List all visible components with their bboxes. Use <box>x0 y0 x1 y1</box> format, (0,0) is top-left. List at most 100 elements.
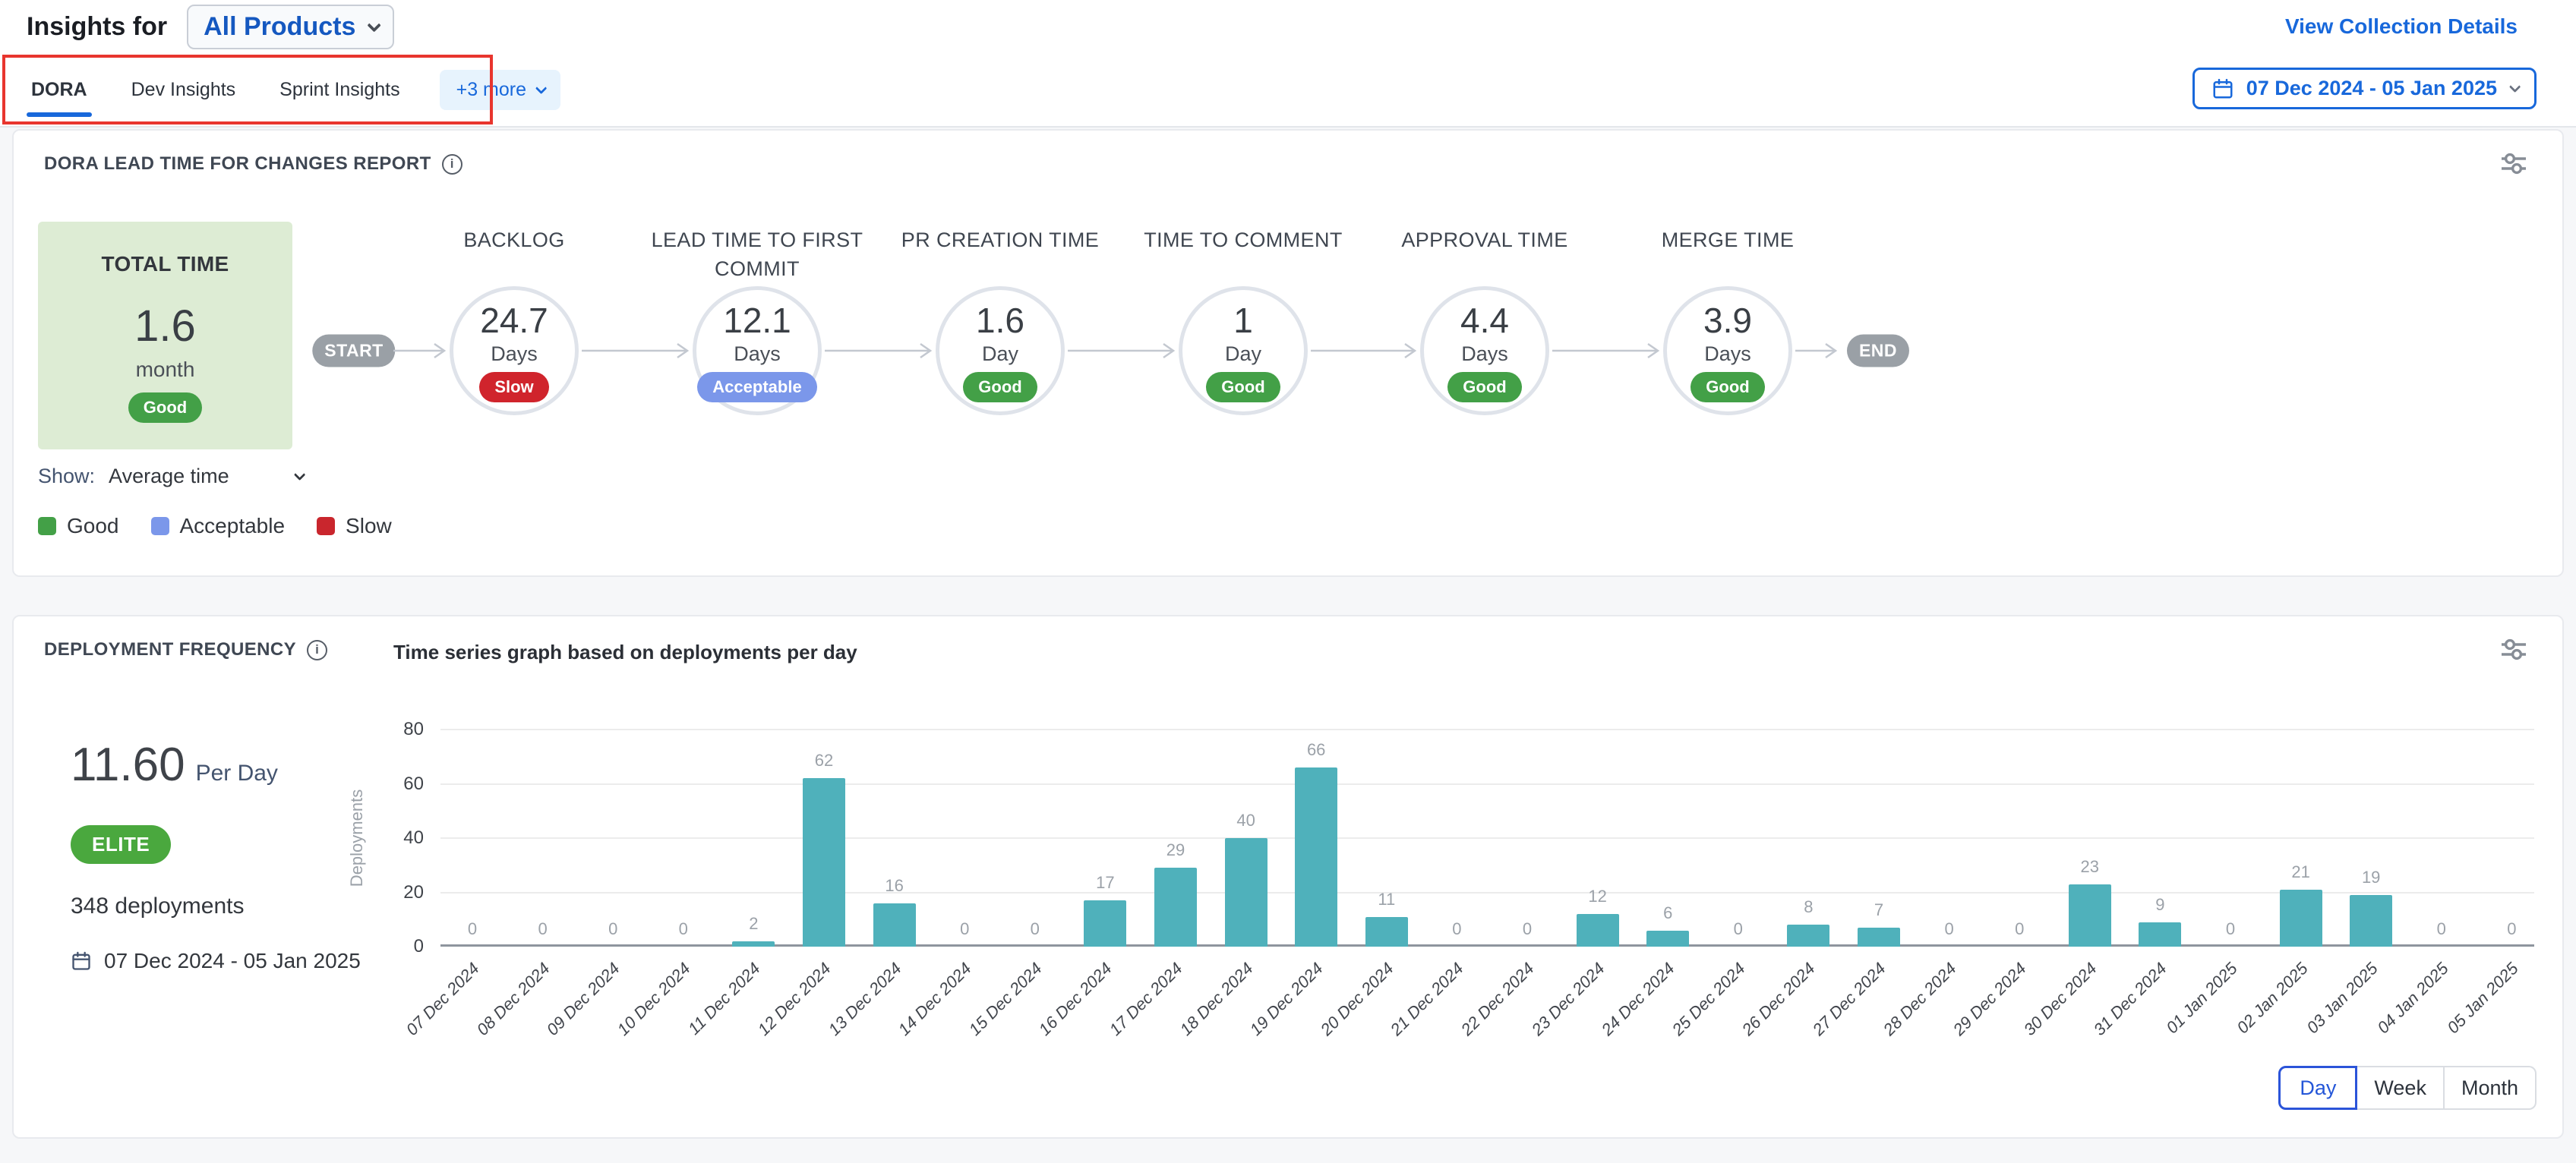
gridline <box>440 783 2534 785</box>
bar-value-label: 29 <box>1130 840 1221 860</box>
stage-rating-badge: Acceptable <box>697 372 816 402</box>
deployment-rate-unit: Per Day <box>196 761 278 786</box>
stage-rating-badge: Good <box>1690 372 1764 402</box>
lead-time-card: DORA LEAD TIME FOR CHANGES REPORT i TOTA… <box>12 129 2564 577</box>
stage-unit: Day <box>982 342 1018 366</box>
chart-bar[interactable] <box>2350 895 2392 947</box>
bar-value-label: 0 <box>1974 919 2065 939</box>
total-time-card: TOTAL TIME 1.6 month Good <box>38 222 292 449</box>
stage-node[interactable]: 1.6Day Good <box>936 286 1065 415</box>
filter-settings-icon[interactable] <box>2499 636 2528 667</box>
end-node: END <box>1847 335 1909 367</box>
bar-value-label: 17 <box>1059 873 1151 893</box>
chart-bar[interactable] <box>803 778 845 947</box>
page-title: Insights for <box>27 12 167 42</box>
top-bar: Insights for All Products View Collectio… <box>0 0 2576 53</box>
bar-value-label: 23 <box>2044 857 2136 877</box>
chevron-down-icon <box>2509 81 2521 93</box>
rating-legend: Good Acceptable Slow <box>38 514 392 538</box>
info-icon[interactable]: i <box>307 640 327 660</box>
bar-value-label: 0 <box>2185 919 2276 939</box>
flow-arrow <box>1552 342 1660 360</box>
tab-dora[interactable]: DORA <box>27 53 92 126</box>
gridline <box>440 729 2534 730</box>
stage-node[interactable]: 3.9DaysGood <box>1663 286 1792 415</box>
chart-title: Time series graph based on deployments p… <box>393 641 857 664</box>
deployment-chart-plot: Deployments 020406080007 Dec 2024008 Dec… <box>440 730 2534 947</box>
bar-value-label: 0 <box>1482 919 1573 939</box>
flow-arrow <box>1068 342 1176 360</box>
stage-node[interactable]: 1DayGood <box>1179 286 1308 415</box>
y-tick-label: 0 <box>378 936 424 957</box>
lead-time-pipeline: BACKLOG24.7DaysSlowLEAD TIME TO FIRST CO… <box>14 131 2562 575</box>
gridline <box>440 837 2534 839</box>
chart-bar[interactable] <box>1154 868 1197 947</box>
bar-value-label: 66 <box>1271 740 1362 760</box>
view-collection-details-link[interactable]: View Collection Details <box>2285 14 2518 39</box>
bar-value-label: 11 <box>1341 890 1432 909</box>
chart-bar[interactable] <box>1646 931 1689 947</box>
granularity-week-button[interactable]: Week <box>2357 1066 2445 1110</box>
stage-label-lead-time-to-first-commit: LEAD TIME TO FIRST COMMIT <box>643 225 871 283</box>
granularity-day-button[interactable]: Day <box>2278 1066 2357 1110</box>
stage-value: 4.4 <box>1460 300 1509 341</box>
bar-value-label: 0 <box>1693 919 1784 939</box>
performance-tier-badge: ELITE <box>71 825 171 864</box>
chart-bar[interactable] <box>1787 925 1829 947</box>
product-selector-dropdown[interactable]: All Products <box>187 5 394 49</box>
product-selector-value: All Products <box>204 12 355 42</box>
stage-value: 1.6 <box>976 300 1024 341</box>
bar-value-label: 0 <box>990 919 1081 939</box>
filter-settings-icon[interactable] <box>2499 150 2528 181</box>
show-value: Average time <box>109 465 229 488</box>
legend-swatch <box>151 517 169 535</box>
y-axis-title: Deployments <box>342 730 372 947</box>
y-tick-label: 40 <box>378 827 424 849</box>
total-time-value: 1.6 <box>134 301 196 351</box>
stage-label-time-to-comment: TIME TO COMMENT <box>1129 225 1357 254</box>
stage-rating-badge: Good <box>1206 372 1280 402</box>
more-tabs-dropdown[interactable]: +3 more <box>440 70 560 110</box>
chevron-down-icon <box>368 18 381 32</box>
stage-unit: Days <box>1704 342 1751 366</box>
show-metric-dropdown[interactable]: Show: Average time <box>38 465 302 488</box>
stage-unit: Days <box>1461 342 1508 366</box>
flow-arrow <box>582 342 690 360</box>
chart-bar[interactable] <box>1225 838 1267 947</box>
legend-item-acceptable: Acceptable <box>151 514 286 538</box>
stage-node[interactable]: 12.1DaysAcceptable <box>693 286 822 415</box>
dora-insights-page: Insights for All Products View Collectio… <box>0 0 2576 1163</box>
tab-sprint-insights[interactable]: Sprint Insights <box>275 53 404 126</box>
chevron-down-icon <box>294 469 306 481</box>
chart-bar[interactable] <box>732 941 775 947</box>
bar-value-label: 0 <box>2466 919 2557 939</box>
deployment-date-range: 07 Dec 2024 - 05 Jan 2025 <box>71 949 361 973</box>
y-tick-label: 80 <box>378 719 424 740</box>
chart-bar[interactable] <box>2280 890 2322 947</box>
tab-dev-insights[interactable]: Dev Insights <box>127 53 241 126</box>
chart-bar[interactable] <box>1577 914 1619 947</box>
stage-rating-badge: Good <box>1447 372 1521 402</box>
stage-unit: Days <box>491 342 538 366</box>
stage-label-pr-creation-time: PR CREATION TIME <box>886 225 1114 254</box>
chart-bar[interactable] <box>1295 767 1337 947</box>
stage-rating-badge: Good <box>963 372 1037 402</box>
flow-arrow <box>1795 342 1838 360</box>
stage-node[interactable]: 24.7DaysSlow <box>450 286 579 415</box>
chart-bar[interactable] <box>873 903 916 947</box>
date-range-picker[interactable]: 07 Dec 2024 - 05 Jan 2025 <box>2192 68 2537 109</box>
chart-bar[interactable] <box>1365 917 1408 947</box>
chart-bar[interactable] <box>1084 900 1126 947</box>
deployment-count: 348 deployments <box>71 894 245 919</box>
deployment-rate: 11.60Per Day <box>71 738 278 792</box>
info-icon[interactable]: i <box>442 154 462 175</box>
total-time-unit: month <box>136 358 195 382</box>
granularity-month-button[interactable]: Month <box>2445 1066 2537 1110</box>
start-node: START <box>312 335 395 367</box>
chart-bar[interactable] <box>2069 884 2111 947</box>
chart-bar[interactable] <box>1858 928 1900 947</box>
bar-value-label: 2 <box>708 914 799 934</box>
y-tick-label: 20 <box>378 882 424 903</box>
stage-node[interactable]: 4.4Days Good <box>1420 286 1549 415</box>
chart-bar[interactable] <box>2139 922 2181 947</box>
